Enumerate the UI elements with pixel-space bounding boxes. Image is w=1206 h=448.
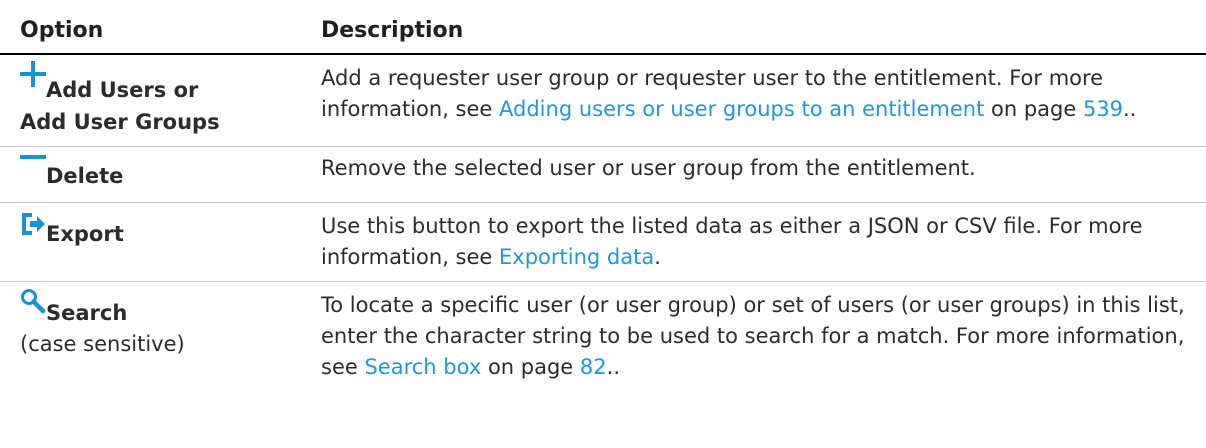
link-adding-users[interactable]: Adding users or user groups to an entitl… <box>499 97 984 121</box>
description-text: on page <box>984 97 1083 121</box>
link-page-539[interactable]: 539 <box>1083 97 1123 121</box>
plus-icon <box>20 61 46 87</box>
option-label: Export <box>46 222 124 246</box>
option-sublabel: (case sensitive) <box>20 332 185 356</box>
option-column-header: Option <box>0 0 312 55</box>
search-icon <box>20 288 46 314</box>
description-cell: Add a requester user group or requester … <box>312 54 1206 147</box>
minus-icon <box>20 153 46 179</box>
options-table: Option Description Add Users or Add User… <box>0 0 1206 391</box>
description-text: .. <box>1123 97 1137 121</box>
option-label: Delete <box>46 164 124 188</box>
description-cell: To locate a specific user (or user group… <box>312 282 1206 392</box>
option-label: Search <box>46 301 128 325</box>
export-icon <box>20 211 46 237</box>
option-cell: Export <box>0 202 312 282</box>
option-cell: Search (case sensitive) <box>0 282 312 392</box>
option-cell: Delete <box>0 146 312 203</box>
description-text: Use this button to export the listed dat… <box>321 214 1143 269</box>
header-row: Option Description <box>0 0 1206 55</box>
link-exporting-data[interactable]: Exporting data <box>499 245 654 269</box>
option-label-line2: Add User Groups <box>20 110 220 134</box>
table-row: Export Use this button to export the lis… <box>0 202 1206 282</box>
description-column-header: Description <box>312 0 1206 55</box>
description-text: Remove the selected user or user group f… <box>321 156 976 180</box>
link-page-82[interactable]: 82 <box>580 355 607 379</box>
table-row: Delete Remove the selected user or user … <box>0 146 1206 203</box>
link-search-box[interactable]: Search box <box>364 355 481 379</box>
option-cell: Add Users or Add User Groups <box>0 54 312 147</box>
option-label: Add Users or <box>46 78 199 102</box>
description-cell: Remove the selected user or user group f… <box>312 146 1206 203</box>
table-row: Search (case sensitive) To locate a spec… <box>0 282 1206 392</box>
description-text: . <box>654 245 661 269</box>
description-text: .. <box>606 355 620 379</box>
description-text: on page <box>481 355 580 379</box>
description-cell: Use this button to export the listed dat… <box>312 202 1206 282</box>
table-row: Add Users or Add User Groups Add a reque… <box>0 54 1206 147</box>
